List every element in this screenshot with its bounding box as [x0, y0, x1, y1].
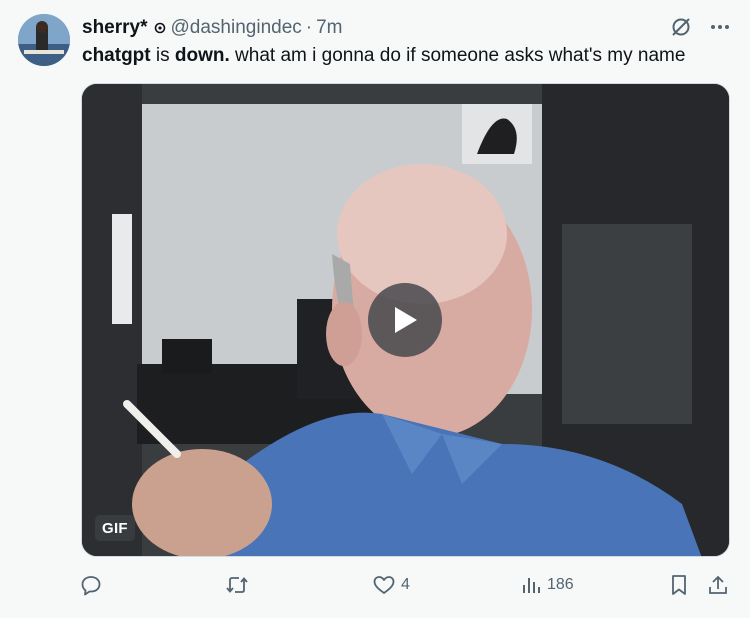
- top-actions: [670, 16, 730, 38]
- views-button[interactable]: 186: [521, 570, 574, 600]
- like-count: 4: [401, 576, 410, 593]
- handle[interactable]: @dashingindec: [171, 17, 302, 39]
- tweet-text: chatgpt is down. what am i gonna do if s…: [82, 44, 685, 68]
- separator-dot: ·: [305, 17, 313, 38]
- gif-badge: GIF: [95, 515, 135, 541]
- bookmark-button[interactable]: [670, 570, 688, 600]
- share-icon: [709, 575, 727, 594]
- heart-icon: [373, 576, 395, 594]
- reply-icon: [81, 576, 101, 596]
- text-is: is: [150, 45, 175, 66]
- play-icon: [395, 307, 417, 333]
- slash-circle-icon[interactable]: [670, 16, 692, 38]
- gif-media[interactable]: GIF: [81, 83, 730, 557]
- timestamp[interactable]: 7m: [316, 17, 342, 39]
- view-count: 186: [547, 576, 574, 593]
- text-rest: what am i gonna do if someone asks what'…: [229, 45, 686, 66]
- share-button[interactable]: [707, 570, 729, 600]
- reply-button[interactable]: [80, 570, 108, 600]
- retweet-button[interactable]: [225, 570, 255, 600]
- bar-chart-icon: [523, 578, 540, 593]
- action-bar: 4 186: [80, 570, 730, 600]
- bookmark-icon: [672, 575, 686, 595]
- retweet-icon: [226, 577, 248, 593]
- more-icon[interactable]: [710, 24, 730, 30]
- display-name[interactable]: sherry*: [82, 17, 148, 39]
- circle-badge-icon: [154, 22, 166, 34]
- tweet-header: sherry* @dashingindec · 7m: [82, 16, 343, 40]
- text-bold-down: down.: [174, 45, 230, 66]
- play-button[interactable]: [368, 283, 442, 357]
- like-button[interactable]: 4: [373, 570, 410, 600]
- text-bold-chatgpt: chatgpt: [82, 45, 151, 66]
- tweet[interactable]: sherry* @dashingindec · 7m chatgpt is do…: [0, 0, 750, 618]
- avatar[interactable]: [18, 14, 70, 66]
